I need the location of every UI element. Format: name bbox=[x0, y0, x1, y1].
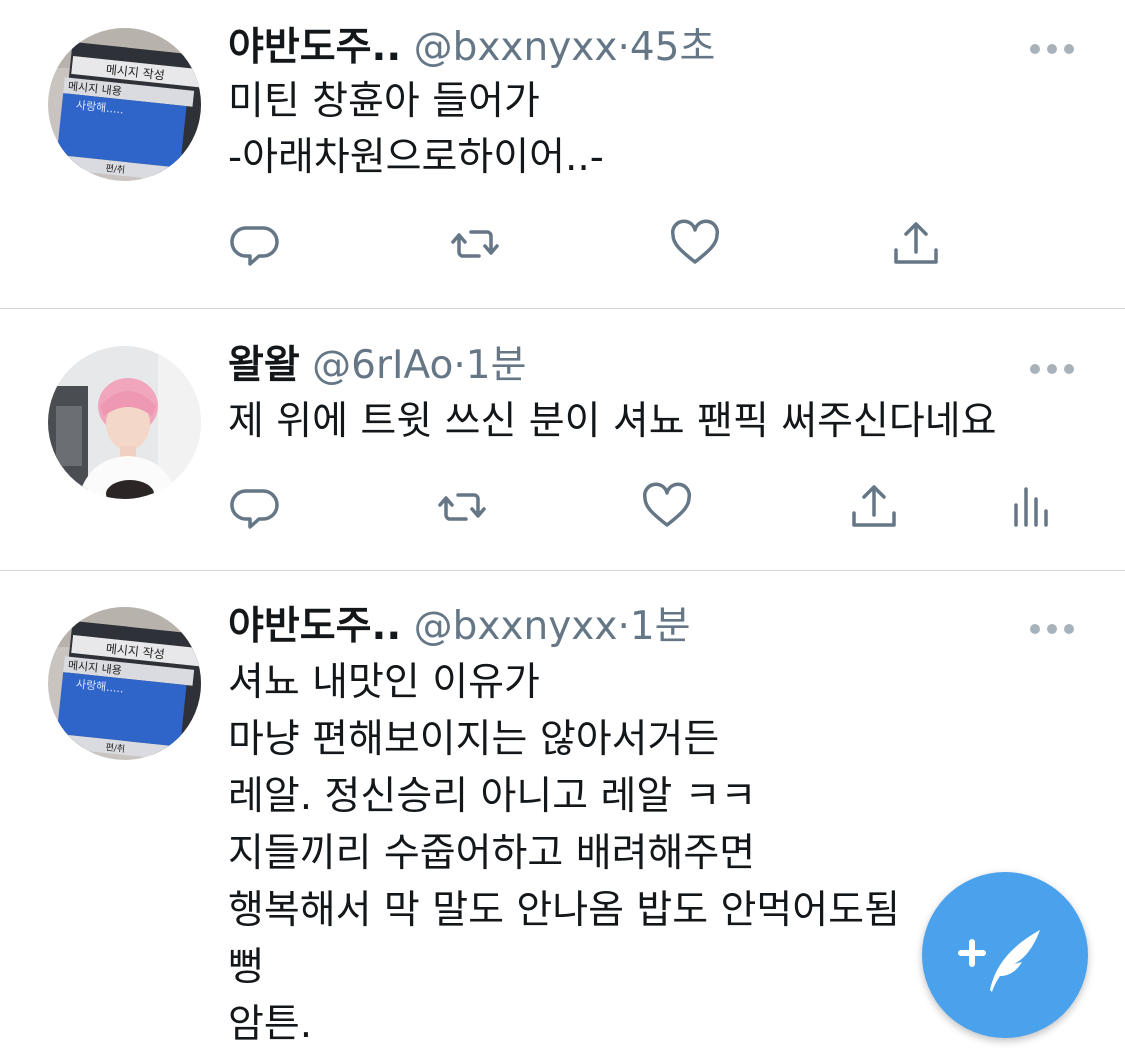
user-handle[interactable]: @bxxnyxx bbox=[414, 604, 618, 649]
avatar[interactable]: 메시지 작성 메시지 내용 사랑해..... 편/취 bbox=[48, 28, 201, 181]
tweet-line: 제 위에 트윗 쓰신 분이 셔뇨 팬픽 써주신다네요 bbox=[228, 399, 997, 444]
tweet-header: 야반도주.. @bxxnyxx·45초 bbox=[228, 26, 715, 70]
reply-icon[interactable] bbox=[229, 218, 281, 270]
timestamp[interactable]: 45초 bbox=[630, 25, 716, 70]
retweet-icon[interactable] bbox=[449, 218, 501, 270]
tweet-text: 미틴 창휸아 들어가 -아래차원으로하이어..- bbox=[228, 74, 1085, 186]
separator-dot: · bbox=[617, 25, 630, 70]
display-name[interactable]: 야반도주.. bbox=[228, 604, 401, 649]
tweet-text: 제 위에 트윗 쓰신 분이 셔뇨 팬픽 써주신다네요 bbox=[228, 394, 1085, 450]
tweet-line: 셔뇨 내맛인 이유가 bbox=[228, 660, 540, 705]
reply-icon[interactable] bbox=[229, 481, 281, 533]
timestamp[interactable]: 1분 bbox=[630, 604, 691, 649]
avatar[interactable] bbox=[48, 346, 201, 499]
compose-tweet-button[interactable] bbox=[922, 872, 1088, 1038]
analytics-icon[interactable] bbox=[1006, 481, 1058, 533]
tweet-line: 마냥 편해보이지는 않아서거든 bbox=[228, 717, 720, 762]
tweet-header: 야반도주.. @bxxnyxx·1분 bbox=[228, 605, 691, 649]
tweet-header: 왈왈 @6rIAo·1분 bbox=[228, 344, 527, 388]
user-handle[interactable]: @6rIAo bbox=[312, 343, 453, 388]
separator-dot: · bbox=[453, 343, 466, 388]
tweet-line: -아래차원으로하이어..- bbox=[228, 135, 604, 180]
separator-dot: · bbox=[617, 604, 630, 649]
retweet-icon[interactable] bbox=[436, 481, 488, 533]
timeline: 메시지 작성 메시지 내용 사랑해..... 편/취 야반도주.. @bxxny… bbox=[0, 0, 1125, 1055]
display-name[interactable]: 야반도주.. bbox=[228, 25, 401, 70]
timestamp[interactable]: 1분 bbox=[466, 343, 527, 388]
like-icon[interactable] bbox=[641, 481, 693, 533]
display-name[interactable]: 왈왈 bbox=[228, 343, 300, 388]
tweet-line: 미틴 창휸아 들어가 bbox=[228, 79, 540, 124]
share-icon[interactable] bbox=[848, 481, 900, 533]
user-handle[interactable]: @bxxnyxx bbox=[414, 25, 618, 70]
more-icon[interactable] bbox=[1029, 360, 1075, 374]
more-icon[interactable] bbox=[1029, 620, 1075, 634]
tweet-line: 레알. 정신승리 아니고 레알 ㅋㅋ bbox=[228, 774, 757, 819]
tweet[interactable]: 왈왈 @6rIAo·1분 제 위에 트윗 쓰신 분이 셔뇨 팬픽 써주신다네요 bbox=[0, 309, 1125, 571]
avatar[interactable]: 메시지 작성 메시지 내용 사랑해..... 편/취 bbox=[48, 607, 201, 760]
like-icon[interactable] bbox=[669, 218, 721, 270]
tweet[interactable]: 메시지 작성 메시지 내용 사랑해..... 편/취 야반도주.. @bxxny… bbox=[0, 0, 1125, 309]
share-icon[interactable] bbox=[890, 218, 942, 270]
compose-tweet-icon bbox=[958, 930, 1040, 992]
more-icon[interactable] bbox=[1029, 40, 1075, 54]
